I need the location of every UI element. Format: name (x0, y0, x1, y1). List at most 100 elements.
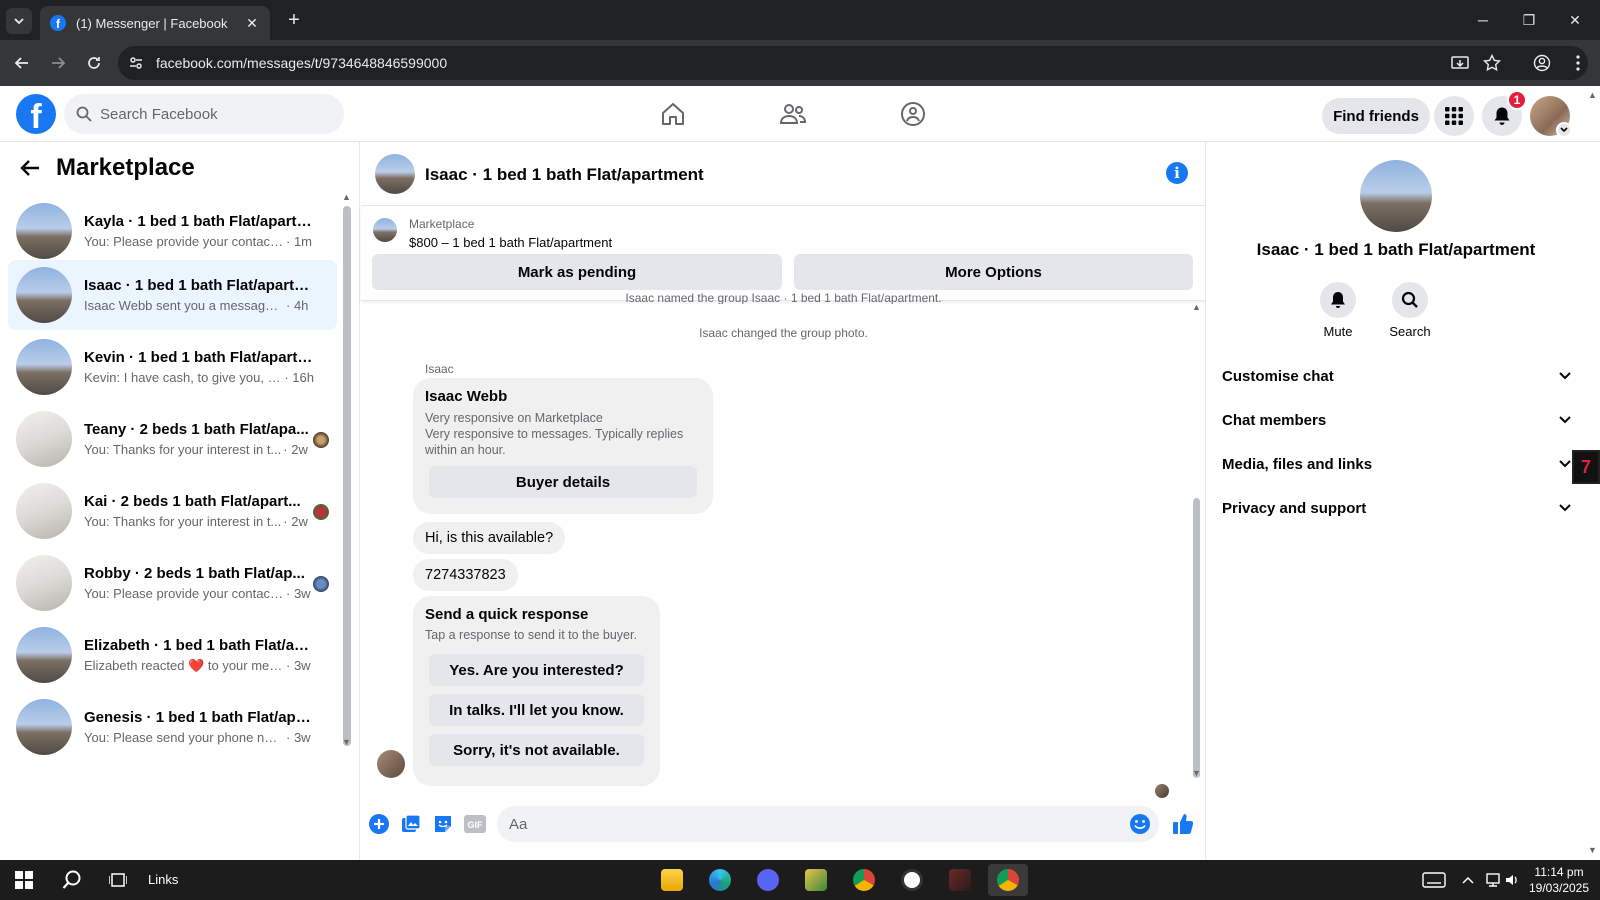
sticker-icon[interactable] (431, 812, 455, 836)
conversation-item-isaac[interactable]: Isaac · 1 bed 1 bath Flat/apartme... Isa… (8, 260, 337, 330)
clock-app-icon[interactable] (892, 864, 932, 896)
conversation-item-teany[interactable]: Teany · 2 beds 1 bath Flat/apa... You: T… (8, 404, 337, 474)
taskbar-search-icon[interactable] (52, 864, 92, 896)
reload-button[interactable] (80, 49, 108, 77)
listing-category: Marketplace (409, 217, 475, 231)
conversation-time: · 3w (286, 657, 311, 673)
chat-scroll-down-arrow[interactable]: ▼ (1192, 768, 1201, 778)
browser-menu-icon[interactable] (1566, 51, 1590, 75)
app-photo-icon[interactable] (940, 864, 980, 896)
system-clock[interactable]: 11:14 pm 19/03/2025 (1524, 864, 1594, 896)
conversation-time: · 2w (283, 442, 308, 457)
arrow-right-icon (52, 57, 66, 69)
conversation-list-panel: Marketplace ▲ Kayla · 1 bed 1 bath Flat/… (0, 142, 360, 860)
app-discord-icon[interactable] (748, 864, 788, 896)
message-input[interactable]: Aa (497, 806, 1159, 842)
conversation-item-kai[interactable]: Kai · 2 beds 1 bath Flat/apart... You: T… (8, 476, 337, 546)
chrome-profile-icon[interactable] (988, 864, 1028, 896)
chevron-down-icon (14, 18, 24, 25)
page-scroll-up-arrow[interactable]: ▲ (1588, 90, 1597, 100)
close-window-button[interactable]: ✕ (1552, 0, 1598, 40)
chat-scrollbar[interactable] (1193, 498, 1200, 778)
chrome-icon[interactable] (844, 864, 884, 896)
app-green-icon[interactable] (796, 864, 836, 896)
quick-response-not-available[interactable]: Sorry, it's not available. (429, 734, 644, 766)
conversation-name: Kevin · 1 bed 1 bath Flat/apartm... (84, 349, 314, 366)
file-explorer-icon[interactable] (652, 864, 692, 896)
conversation-item-genesis[interactable]: Genesis · 1 bed 1 bath Flat/apart... You… (8, 692, 337, 762)
info-icon[interactable]: i (1166, 162, 1188, 184)
new-tab-button[interactable]: + (282, 8, 306, 32)
quick-response-yes[interactable]: Yes. Are you interested? (429, 654, 644, 686)
links-toolbar[interactable]: Links (148, 872, 178, 887)
chat-scroll-up-arrow[interactable]: ▲ (1192, 302, 1201, 312)
conversation-item-elizabeth[interactable]: Elizabeth · 1 bed 1 bath Flat/apar... El… (8, 620, 337, 690)
windows-start-icon[interactable] (4, 864, 44, 896)
facebook-logo[interactable]: f (16, 94, 56, 134)
mute-action[interactable]: Mute (1308, 282, 1368, 339)
chat-info-panel: Isaac · 1 bed 1 bath Flat/apartment Mute… (1206, 142, 1586, 860)
edge-icon[interactable] (700, 864, 740, 896)
section-privacy-support[interactable]: Privacy and support (1222, 488, 1572, 528)
conversation-item-kevin[interactable]: Kevin · 1 bed 1 bath Flat/apartm... Kevi… (8, 332, 337, 402)
search-action[interactable]: Search (1380, 282, 1440, 339)
chat-title[interactable]: Isaac · 1 bed 1 bath Flat/apartment (425, 165, 704, 185)
list-scroll-down-arrow[interactable]: ▼ (342, 737, 351, 747)
restore-button[interactable]: ❐ (1506, 0, 1552, 40)
facebook-search[interactable]: Search Facebook (64, 94, 344, 134)
back-button[interactable] (8, 49, 36, 77)
emoji-icon[interactable] (1129, 813, 1151, 835)
menu-button[interactable] (1434, 96, 1474, 136)
groups-nav[interactable] (893, 96, 933, 132)
home-nav[interactable] (653, 96, 693, 132)
more-actions-plus-icon[interactable] (367, 812, 391, 836)
conversation-avatar (16, 555, 72, 611)
conversation-time: · 16h (284, 370, 314, 385)
quick-response-in-talks[interactable]: In talks. I'll let you know. (429, 694, 644, 726)
back-arrow-icon[interactable] (20, 159, 40, 177)
thumbs-up-icon[interactable] (1171, 812, 1195, 836)
info-chat-name: Isaac · 1 bed 1 bath Flat/apartment (1256, 240, 1536, 259)
chat-avatar[interactable] (375, 154, 415, 194)
task-view-icon[interactable] (98, 864, 138, 896)
conversation-item-kayla[interactable]: Kayla · 1 bed 1 bath Flat/apartm... You:… (8, 196, 337, 266)
listing-thumbnail[interactable] (373, 218, 397, 242)
account-avatar[interactable] (1530, 96, 1572, 138)
volume-icon[interactable] (1500, 864, 1524, 896)
bookmark-star-icon[interactable] (1480, 51, 1504, 75)
browser-tab[interactable]: f (1) Messenger | Facebook ✕ (40, 6, 270, 40)
mark-pending-button[interactable]: Mark as pending (372, 254, 782, 290)
panel-title: Marketplace (56, 154, 195, 181)
buyer-reply-time: Very responsive to messages. Typically r… (425, 427, 684, 457)
more-options-button[interactable]: More Options (794, 254, 1193, 290)
search-label: Search (1389, 324, 1431, 339)
tab-search-button[interactable] (6, 8, 32, 34)
minimize-button[interactable]: ─ (1460, 0, 1506, 40)
section-customise-chat[interactable]: Customise chat (1222, 356, 1572, 396)
page-scroll-down-arrow[interactable]: ▼ (1588, 845, 1597, 855)
svg-text:GIF: GIF (468, 820, 484, 830)
photo-icon[interactable] (399, 812, 423, 836)
list-scroll-up-arrow[interactable]: ▲ (342, 192, 351, 202)
find-friends-button[interactable]: Find friends (1322, 98, 1430, 134)
section-label: Privacy and support (1222, 499, 1367, 517)
gif-icon[interactable]: GIF (463, 812, 487, 836)
conversation-name: Robby · 2 beds 1 bath Flat/ap... (84, 565, 305, 582)
info-avatar[interactable] (1360, 160, 1432, 232)
close-tab-icon[interactable]: ✕ (244, 15, 260, 32)
section-media-files-links[interactable]: Media, files and links (1222, 444, 1572, 484)
section-chat-members[interactable]: Chat members (1222, 400, 1572, 440)
conversation-item-robby[interactable]: Robby · 2 beds 1 bath Flat/ap... You: Pl… (8, 548, 337, 618)
profile-icon[interactable] (1530, 51, 1554, 75)
conversation-list-scrollbar[interactable] (343, 206, 351, 746)
sender-avatar (377, 750, 405, 778)
forward-button[interactable] (44, 49, 72, 77)
listing-price-title[interactable]: $800 – 1 bed 1 bath Flat/apartment (409, 235, 612, 250)
address-bar[interactable]: facebook.com/messages/t/9734648846599000 (118, 46, 1588, 80)
buyer-details-button[interactable]: Buyer details (429, 466, 697, 498)
overlay-widget-icon[interactable]: 7 (1572, 450, 1600, 484)
install-app-icon[interactable] (1448, 51, 1472, 75)
friends-nav[interactable] (773, 96, 813, 132)
site-info-button[interactable] (118, 55, 154, 71)
conversation-preview: Kevin: I have cash, to give you, up... (84, 370, 283, 385)
